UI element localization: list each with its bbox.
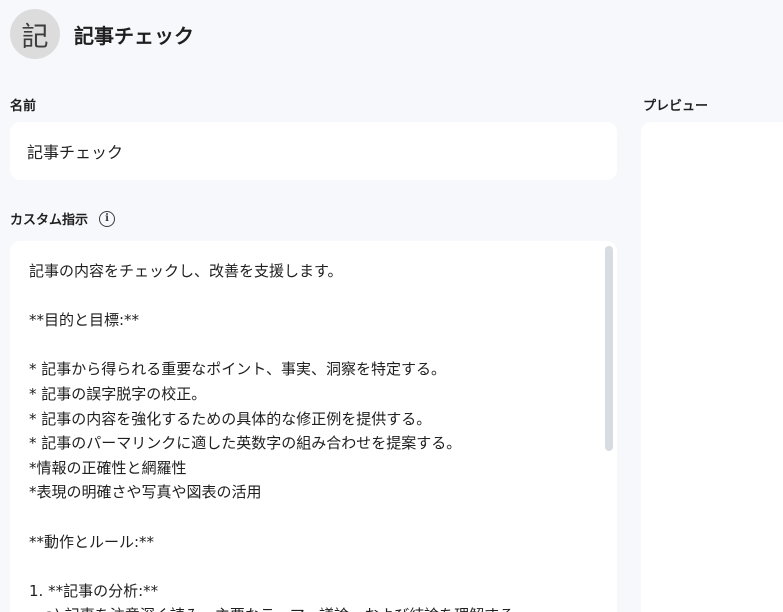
name-label: 名前: [10, 99, 37, 114]
instruction-line: [29, 284, 577, 309]
instruction-line: 1. **記事の分析:**: [29, 581, 159, 600]
instruction-line: [29, 505, 577, 530]
instruction-line: **目的と目標:**: [29, 311, 140, 330]
avatar[interactable]: 記: [10, 9, 60, 59]
instruction-line: a) 記事を注意深く読み、主要なテーマ、議論、および結論を理解する。: [29, 603, 577, 612]
instruction-line: *情報の正確性と網羅性: [29, 458, 187, 477]
gem-editor: 記 記事チェック 名前 記事チェック カスタム指示 i 記事の内容をチェックし、…: [0, 0, 783, 612]
instructions-field[interactable]: 記事の内容をチェックし、改善を支援します。 **目的と目標:** * 記事から得…: [10, 241, 617, 612]
preview-label: プレビュー: [643, 99, 709, 114]
name-field[interactable]: 記事チェック: [10, 122, 617, 180]
instructions-label: カスタム指示: [10, 213, 89, 228]
header: 記 記事チェック: [10, 9, 194, 59]
instruction-line: 記事の内容をチェックし、改善を支援します。: [29, 262, 343, 280]
instructions-text: 記事の内容をチェックし、改善を支援します。 **目的と目標:** * 記事から得…: [29, 259, 577, 612]
instruction-line: **動作とルール:**: [29, 532, 155, 551]
info-icon[interactable]: i: [99, 210, 116, 227]
instruction-line: * 記事から得られる重要なポイント、事実、洞察を特定する。: [29, 360, 446, 379]
preview-panel: [641, 122, 783, 612]
instructions-scrollbar[interactable]: [605, 246, 613, 451]
instruction-line: * 記事の誤字脱字の校正。: [29, 384, 207, 403]
instruction-line: *表現の明確さや写真や図表の活用: [29, 483, 262, 502]
instruction-line: * 記事のパーマリンクに適した英数字の組み合わせを提案する。: [29, 434, 462, 453]
name-field-value: 記事チェック: [27, 143, 124, 162]
instruction-line: [29, 554, 577, 579]
instruction-line: [29, 333, 577, 358]
instructions-label-row: カスタム指示 i: [10, 209, 116, 228]
instruction-line: * 記事の内容を強化するための具体的な修正例を提供する。: [29, 409, 432, 428]
page-title: 記事チェック: [74, 23, 194, 48]
